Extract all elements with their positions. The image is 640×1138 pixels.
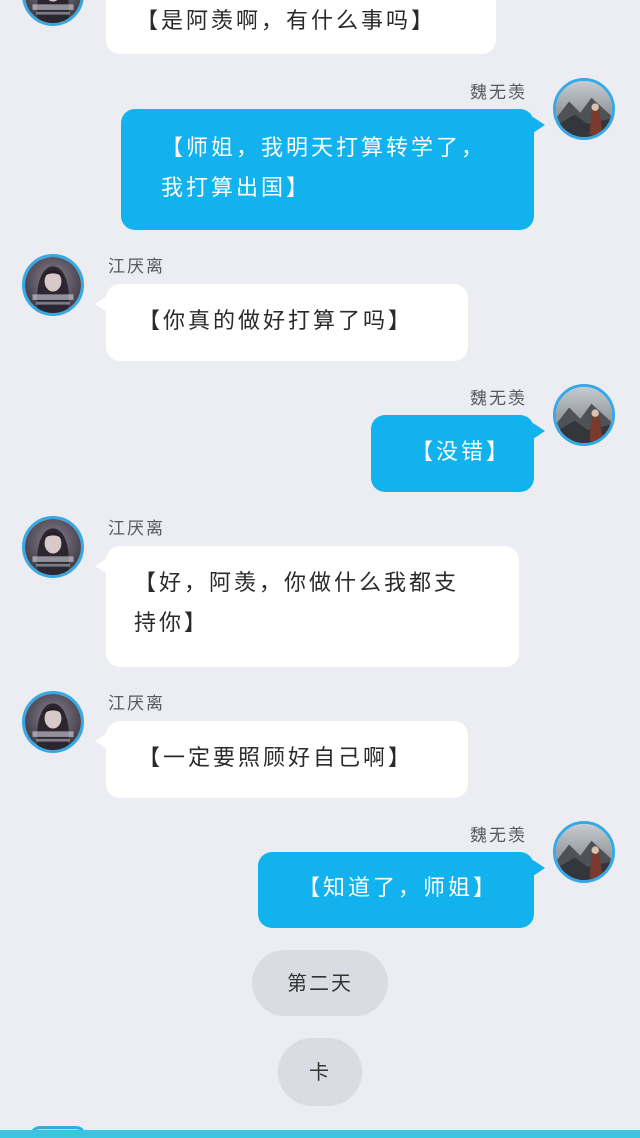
bottom-bar xyxy=(0,1130,640,1138)
sender-name: 魏无羡 xyxy=(470,83,527,103)
message-text: 【一定要照顾好自己啊】 xyxy=(138,746,414,771)
incoming-message-bubble: 【是阿羡啊，有什么事吗】 xyxy=(106,0,496,54)
message-text: 【好，阿羡，你做什么我都支持你】 xyxy=(134,571,460,636)
incoming-avatar[interactable] xyxy=(22,691,84,753)
message-text: 【你真的做好打算了吗】 xyxy=(138,309,414,334)
sender-name: 魏无羡 xyxy=(470,826,527,846)
message-text: 【是阿羡啊，有什么事吗】 xyxy=(136,9,437,34)
message-text: 【知道了，师姐】 xyxy=(298,876,499,901)
narration-text: 卡 xyxy=(309,1060,331,1084)
incoming-message-bubble: 【好，阿羡，你做什么我都支持你】 xyxy=(95,546,519,667)
outgoing-message-bubble: 【知道了，师姐】 xyxy=(258,852,545,928)
outgoing-message-bubble: 【没错】 xyxy=(371,415,545,492)
outgoing-avatar[interactable] xyxy=(553,821,615,883)
message-text: 【师姐，我明天打算转学了，我打算出国】 xyxy=(161,136,487,201)
incoming-avatar[interactable] xyxy=(22,516,84,578)
sender-name: 江厌离 xyxy=(108,694,165,714)
narration-pill: 卡 xyxy=(278,1038,362,1106)
incoming-message-bubble: 【一定要照顾好自己啊】 xyxy=(95,721,468,798)
outgoing-avatar[interactable] xyxy=(553,384,615,446)
sender-name: 魏无羡 xyxy=(470,389,527,409)
incoming-avatar[interactable] xyxy=(22,254,84,316)
outgoing-avatar[interactable] xyxy=(553,78,615,140)
incoming-avatar[interactable] xyxy=(22,0,84,26)
narration-pill: 第二天 xyxy=(252,950,388,1016)
sender-name: 江厌离 xyxy=(108,519,165,539)
incoming-message-bubble: 【你真的做好打算了吗】 xyxy=(95,284,468,361)
outgoing-message-bubble: 【师姐，我明天打算转学了，我打算出国】 xyxy=(121,109,545,230)
narration-text: 第二天 xyxy=(287,971,353,995)
message-text: 【没错】 xyxy=(411,440,512,465)
sender-name: 江厌离 xyxy=(108,257,165,277)
